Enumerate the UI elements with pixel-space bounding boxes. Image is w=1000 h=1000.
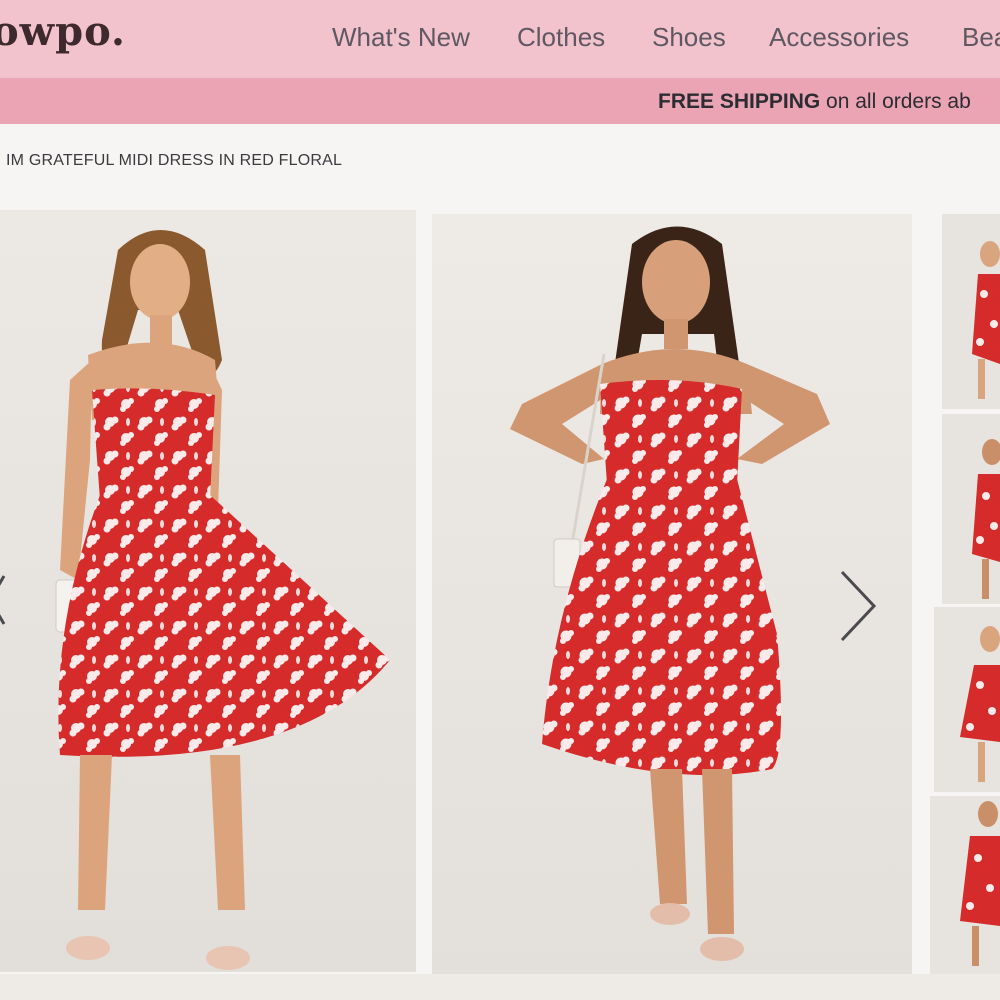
chevron-right-icon[interactable] [836,568,880,644]
nav-item-whats-new[interactable]: What's New [332,22,470,53]
thumbnail-2[interactable] [942,414,1000,604]
thumbnail-4-illustration [930,796,1000,974]
thumbnail-1-illustration [942,214,1000,409]
thumbnail-4[interactable] [930,796,1000,974]
thumbnail-2-illustration [942,414,1000,604]
thumbnail-3-illustration [934,607,1000,792]
model-1-illustration [0,210,416,972]
nav-item-shoes[interactable]: Shoes [652,22,726,53]
site-header: owpo. What's New Clothes Shoes Accessori… [0,0,1000,78]
chevron-left-icon[interactable] [0,572,8,628]
promo-text: FREE SHIPPING on all orders ab [658,90,971,114]
nav-item-beauty[interactable]: Bea [962,22,1000,53]
promo-banner: FREE SHIPPING on all orders ab [0,78,1000,124]
product-image-1[interactable] [0,210,416,972]
product-breadcrumb: IM GRATEFUL MIDI DRESS IN RED FLORAL [6,152,343,169]
nav-item-clothes[interactable]: Clothes [517,22,605,53]
thumbnail-1[interactable] [942,214,1000,409]
promo-rest-text: on all orders ab [820,90,971,113]
page-bottom-edge [0,974,1000,1000]
thumbnail-3[interactable] [934,607,1000,792]
nav-item-accessories[interactable]: Accessories [769,22,909,53]
promo-bold-text: FREE SHIPPING [658,90,821,113]
brand-logo[interactable]: owpo. [0,8,126,55]
